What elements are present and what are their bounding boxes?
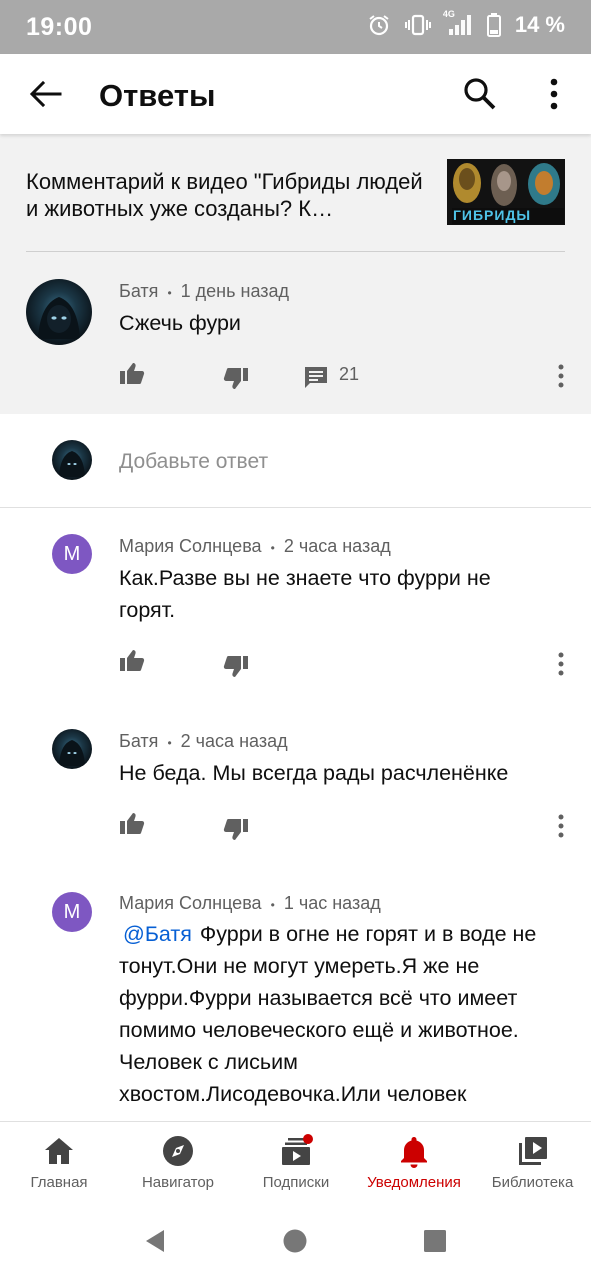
dislike-icon[interactable] — [223, 655, 249, 679]
system-home-icon[interactable] — [282, 1228, 308, 1254]
comment-more-icon[interactable] — [557, 814, 565, 838]
video-title[interactable]: Комментарий к видео "Гибриды людей и жив… — [26, 168, 434, 222]
nav-label: Подписки — [262, 1174, 330, 1191]
meta-separator: • — [167, 736, 172, 750]
nav-label: Навигатор — [141, 1174, 215, 1191]
system-navigation-bar — [0, 1201, 591, 1280]
mention-link[interactable]: @Батя — [123, 922, 192, 946]
app-bar: Ответы — [0, 54, 591, 134]
nav-label: Главная — [30, 1174, 88, 1191]
avatar[interactable]: М — [52, 534, 92, 574]
status-icons: 4G 14 % — [367, 9, 565, 38]
system-recents-icon[interactable] — [422, 1228, 448, 1254]
system-back-icon[interactable] — [142, 1228, 168, 1254]
battery-icon — [486, 13, 501, 37]
search-icon[interactable] — [462, 76, 498, 112]
home-icon — [45, 1138, 73, 1164]
comment-more-icon[interactable] — [557, 652, 565, 676]
comment-meta: Батя • 2 часа назад — [119, 731, 288, 752]
meta-separator: • — [270, 898, 275, 912]
dislike-icon[interactable] — [223, 367, 249, 391]
reply-count[interactable]: 21 — [339, 364, 359, 385]
signal-icon: 4G — [443, 9, 473, 37]
reply-input[interactable]: Добавьте ответ — [119, 450, 268, 474]
page-title: Ответы — [99, 78, 216, 113]
comment-time: 1 час назад — [283, 893, 381, 913]
status-time: 19:00 — [26, 13, 93, 41]
thumbnail-caption: ГИБРИДЫ — [453, 207, 532, 223]
like-icon[interactable] — [119, 811, 145, 835]
avatar — [52, 440, 92, 480]
comment-text: Не беда. Мы всегда рады расчленёнке — [119, 761, 509, 785]
comment-text: Сжечь фури — [119, 311, 241, 335]
nav-label: Уведомления — [367, 1174, 461, 1191]
meta-separator: • — [167, 286, 172, 300]
dislike-icon[interactable] — [223, 818, 249, 842]
bell-icon — [401, 1137, 427, 1168]
battery-level: 14 % — [514, 12, 565, 37]
author-name[interactable]: Батя — [119, 281, 158, 301]
comment-time: 1 день назад — [180, 281, 290, 301]
bottom-navigation: Главная Навигатор Подписки Уведомления Б… — [0, 1121, 591, 1201]
reply-input-row[interactable]: Добавьте ответ — [0, 414, 591, 508]
comment-meta: Батя • 1 день назад — [119, 281, 289, 302]
more-vert-icon[interactable] — [543, 76, 565, 112]
reply-icon[interactable] — [303, 365, 329, 389]
comment-text: Как.Разве вы не знаете что фурри не горя… — [119, 566, 491, 622]
status-bar: 19:00 4G 14 % — [0, 0, 591, 54]
library-icon — [518, 1137, 547, 1165]
comment-time: 2 часа назад — [180, 731, 288, 751]
compass-icon — [163, 1136, 193, 1166]
nav-library[interactable]: Библиотека — [474, 1122, 591, 1202]
nav-notifications[interactable]: Уведомления — [354, 1122, 474, 1202]
nav-explore[interactable]: Навигатор — [118, 1122, 238, 1202]
parent-comment: Батя • 1 день назад Сжечь фури 21 — [0, 252, 591, 414]
nav-label: Библиотека — [491, 1174, 574, 1191]
comment-more-icon[interactable] — [557, 364, 565, 388]
comment-time: 2 часа назад — [283, 536, 391, 556]
comment-meta: Мария Солнцева • 1 час назад — [119, 893, 381, 914]
video-header[interactable]: Комментарий к видео "Гибриды людей и жив… — [0, 134, 591, 252]
author-name[interactable]: Батя — [119, 731, 158, 751]
vibrate-icon — [404, 14, 431, 36]
avatar[interactable] — [52, 729, 92, 769]
back-arrow-icon[interactable] — [28, 78, 64, 110]
avatar[interactable] — [26, 279, 92, 345]
avatar[interactable]: М — [52, 892, 92, 932]
subscriptions-icon — [282, 1134, 313, 1165]
nav-home[interactable]: Главная — [0, 1122, 118, 1202]
author-name[interactable]: Мария Солнцева — [119, 536, 262, 556]
nav-subscriptions[interactable]: Подписки — [238, 1122, 354, 1202]
video-thumbnail[interactable]: ГИБРИДЫ — [447, 159, 565, 225]
comment-body: @Батя Фурри в огне не горят и в воде не т… — [119, 918, 539, 1121]
comment-text: Фурри в огне не горят и в воде не тонут.… — [119, 922, 537, 1106]
like-icon[interactable] — [119, 648, 145, 672]
like-icon[interactable] — [119, 361, 145, 385]
alarm-icon — [369, 15, 389, 36]
comment-meta: Мария Солнцева • 2 часа назад — [119, 536, 391, 557]
meta-separator: • — [270, 541, 275, 555]
author-name[interactable]: Мария Солнцева — [119, 893, 262, 913]
